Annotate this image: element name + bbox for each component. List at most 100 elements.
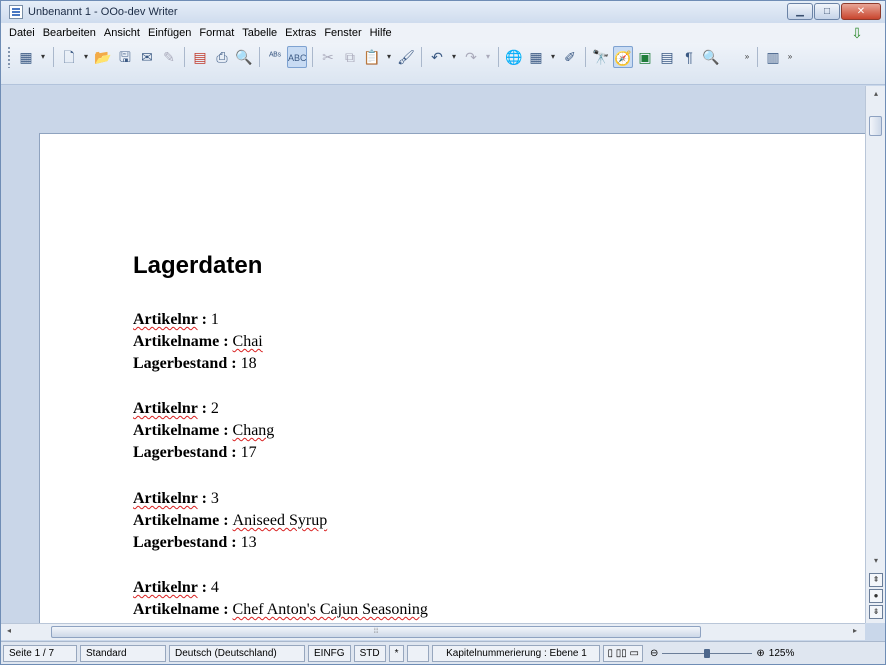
new-dropdown-icon[interactable]: ▾ (81, 46, 91, 68)
menu-fenster[interactable]: Fenster (320, 27, 365, 39)
redo-icon[interactable]: ↷ (461, 46, 481, 68)
zoom-icon[interactable]: 🔍 (701, 46, 721, 68)
vertical-scroll-thumb[interactable] (869, 116, 882, 136)
autospellcheck-icon[interactable]: ABC (287, 46, 307, 68)
separator: : (227, 534, 241, 551)
status-page-style[interactable]: Standard (80, 644, 166, 662)
update-icon[interactable]: ⇩ (849, 25, 865, 41)
separator: : (197, 579, 211, 596)
vertical-scrollbar[interactable]: ▴ ▾ ⇞ ● ⇟ (865, 86, 885, 623)
status-modified[interactable]: * (388, 644, 405, 662)
field-value-name: Aniseed Syrup (232, 512, 328, 529)
field-label-stock: Lagerbestand (133, 444, 228, 461)
export-pdf-icon[interactable]: ▤ (190, 46, 210, 68)
separator: : (227, 355, 241, 372)
menu-ansicht[interactable]: Ansicht (100, 27, 144, 39)
navigation-icon[interactable]: ● (869, 589, 883, 603)
field-value-id: 2 (210, 400, 219, 417)
separator: : (219, 333, 233, 350)
zoom-slider[interactable] (662, 648, 753, 658)
status-signature[interactable] (407, 644, 430, 662)
menu-einfuegen[interactable]: Einfügen (144, 27, 195, 39)
previous-page-icon[interactable]: ⇞ (869, 573, 883, 587)
zoom-slider-knob[interactable] (704, 648, 711, 658)
edit-doc-icon[interactable]: ✎ (159, 46, 179, 68)
zoom-in-icon[interactable]: ⊕ (756, 648, 764, 659)
table-dropdown-icon[interactable]: ▾ (548, 46, 558, 68)
page-preview-icon[interactable]: 🔍 (234, 46, 254, 68)
status-language[interactable]: Deutsch (Deutschland) (169, 644, 305, 662)
undo-icon[interactable]: ↶ (427, 46, 447, 68)
toolbar-overflow-icon[interactable]: » (742, 46, 752, 68)
formatting-marks-icon[interactable]: ¶ (679, 46, 699, 68)
toolbar-separator (421, 47, 422, 67)
scroll-up-arrow-icon[interactable]: ▴ (870, 89, 882, 101)
paste-dropdown-icon[interactable]: ▾ (384, 46, 394, 68)
open-folder-icon[interactable]: 📂 (93, 46, 113, 68)
menu-bearbeiten[interactable]: Bearbeiten (39, 27, 100, 39)
edit-file-icon[interactable]: ▦ (16, 46, 36, 68)
toolbar-grip[interactable] (7, 46, 11, 68)
horizontal-scroll-thumb[interactable]: ⦙⦙⦙ (51, 626, 701, 638)
data-sources-icon[interactable]: ▤ (657, 46, 677, 68)
field-label-name: Artikelname (133, 422, 220, 439)
gallery-icon[interactable]: ▣ (635, 46, 655, 68)
scroll-right-arrow-icon[interactable]: ▸ (849, 626, 861, 635)
scroll-down-arrow-icon[interactable]: ▾ (870, 556, 882, 568)
minimize-button[interactable]: ▁ (787, 3, 813, 20)
field-value-stock: 18 (240, 355, 257, 372)
draw-functions-icon[interactable]: ✐ (560, 46, 580, 68)
zoom-level[interactable]: 125% (769, 648, 795, 659)
print-icon[interactable]: ⎙ (212, 46, 232, 68)
toolbar-separator (53, 47, 54, 67)
horizontal-scrollbar[interactable]: ◂ ⦙⦙⦙ ▸ (1, 623, 865, 640)
cut-icon[interactable]: ✂ (318, 46, 338, 68)
status-bar: Seite 1 / 7 Standard Deutsch (Deutschlan… (1, 641, 885, 664)
record-name-line: Artikelname : Chang (133, 420, 274, 442)
menu-extras[interactable]: Extras (281, 27, 320, 39)
maximize-button[interactable]: □ (814, 3, 840, 20)
paste-icon[interactable]: 📋 (362, 46, 382, 68)
form-design-icon[interactable]: ▥ (763, 46, 783, 68)
document-page[interactable]: Lagerdaten Artikelnr : 1 Artikelname : C… (39, 133, 865, 623)
new-document-icon[interactable]: 🗋 (59, 46, 79, 68)
find-replace-icon[interactable]: 🔭 (591, 46, 611, 68)
menu-bar: Datei Bearbeiten Ansicht Einfügen Format… (1, 23, 885, 43)
table-icon[interactable]: ▦ (526, 46, 546, 68)
status-page[interactable]: Seite 1 / 7 (3, 644, 77, 662)
field-label-name: Artikelname (133, 333, 220, 350)
navigator-icon[interactable]: 🧭 (613, 46, 633, 68)
redo-dropdown-icon[interactable]: ▾ (483, 46, 493, 68)
field-label-name: Artikelname (133, 601, 220, 618)
toolbar-separator (259, 47, 260, 67)
record-stock-line: Lagerbestand : 17 (133, 442, 274, 464)
close-button[interactable]: ✕ (841, 3, 881, 20)
scroll-left-arrow-icon[interactable]: ◂ (3, 626, 15, 635)
record-name-line: Artikelname : Chef Anton's Cajun Seasoni… (133, 599, 428, 621)
menu-format[interactable]: Format (195, 27, 238, 39)
save-icon[interactable]: 🖫 (115, 46, 135, 68)
dropdown-arrow-icon[interactable]: ▾ (38, 46, 48, 68)
status-selection-mode[interactable]: STD (353, 644, 386, 662)
record-2: Artikelnr : 2 Artikelname : Chang Lagerb… (133, 398, 274, 464)
hyperlink-icon[interactable]: 🌐 (504, 46, 524, 68)
spellcheck-icon[interactable]: ᴬᴮˢ (265, 46, 285, 68)
menu-tabelle[interactable]: Tabelle (238, 27, 281, 39)
field-label-id: Artikelnr (133, 490, 198, 507)
status-insert-mode[interactable]: EINFG (308, 644, 351, 662)
menu-datei[interactable]: Datei (5, 27, 39, 39)
document-area[interactable]: Lagerdaten Artikelnr : 1 Artikelname : C… (1, 86, 865, 623)
field-value-id: 4 (210, 579, 219, 596)
zoom-control[interactable]: ⊖ ⊕ 125% (650, 648, 794, 659)
menu-hilfe[interactable]: Hilfe (366, 27, 396, 39)
field-label-stock: Lagerbestand (133, 355, 228, 372)
format-paintbrush-icon[interactable]: 🖌 (396, 46, 416, 68)
document-heading: Lagerdaten (133, 252, 263, 279)
next-page-icon[interactable]: ⇟ (869, 605, 883, 619)
toolbar-overflow-icon-2[interactable]: » (785, 46, 795, 68)
copy-icon[interactable]: ⧉ (340, 46, 360, 68)
email-icon[interactable]: ✉ (137, 46, 157, 68)
zoom-out-icon[interactable]: ⊖ (650, 648, 658, 659)
view-layout-icons[interactable]: ▯ ▯▯ ▭ (603, 644, 643, 662)
undo-dropdown-icon[interactable]: ▾ (449, 46, 459, 68)
